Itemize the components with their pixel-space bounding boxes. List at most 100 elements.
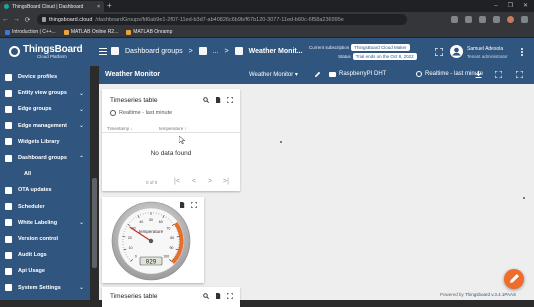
browser-tab-strip: ThingsBoard Cloud | Dashboard × + – ❐ ✕ bbox=[0, 0, 534, 12]
subscription-badge[interactable]: ThingsBoard Cloud Maker bbox=[351, 44, 409, 51]
breadcrumb-dashboard-groups[interactable]: Dashboard groups bbox=[125, 48, 183, 55]
dashboard-toolbar: Weather Monitor Weather Monitor ▾ Raspbe… bbox=[99, 66, 534, 84]
entity-alias-select[interactable]: RaspberryPI DHT bbox=[329, 71, 386, 77]
maximize-button[interactable]: ❐ bbox=[508, 1, 513, 11]
url-host: thingsboard.cloud bbox=[49, 17, 92, 23]
dashboard-icon bbox=[235, 47, 243, 55]
download-icon[interactable] bbox=[475, 71, 482, 78]
dashboard-canvas: Timeseries table Realtime - last minute … bbox=[99, 84, 534, 300]
tab-close-icon[interactable]: × bbox=[97, 4, 100, 10]
bookmark-favicon-icon bbox=[64, 30, 69, 35]
export-file-icon[interactable] bbox=[215, 293, 221, 299]
bookmark-star-icon[interactable] bbox=[465, 16, 472, 23]
bookmark-item[interactable]: MATLAB Onramp bbox=[126, 29, 172, 35]
next-page-button[interactable]: > bbox=[208, 178, 212, 185]
clock-icon bbox=[110, 110, 116, 116]
edit-pencil-icon[interactable] bbox=[314, 71, 321, 78]
hamburger-menu-icon[interactable] bbox=[99, 48, 107, 57]
widget-fullscreen-icon[interactable] bbox=[191, 202, 197, 208]
breadcrumb: Dashboard groups > ... > Weather Monit..… bbox=[111, 47, 303, 55]
search-icon[interactable] bbox=[203, 97, 209, 103]
thingsboard-logo[interactable]: ThingsBoard Cloud Platform bbox=[9, 44, 82, 59]
sidebar-item-icon bbox=[5, 155, 12, 162]
breadcrumb-current: Weather Monit... bbox=[249, 48, 303, 55]
sidebar-item[interactable]: Entity view groups⌄ bbox=[0, 85, 90, 101]
timewindow-select[interactable]: Realtime - last minute bbox=[416, 71, 483, 77]
sidebar-item[interactable]: Version control bbox=[0, 231, 90, 247]
scrollbar-thumb[interactable] bbox=[92, 178, 97, 268]
profile-avatar-icon[interactable] bbox=[507, 16, 514, 23]
widget-timewindow-label: Realtime - last minute bbox=[119, 110, 172, 116]
close-window-button[interactable]: ✕ bbox=[523, 1, 528, 11]
column-header-timestamp[interactable]: Timestamp ↓ bbox=[107, 126, 133, 131]
dashboard-fullscreen-icon[interactable] bbox=[516, 71, 523, 78]
table-header: Timestamp ↓ temperature ↑ bbox=[102, 125, 240, 133]
browser-tab[interactable]: ThingsBoard Cloud | Dashboard × bbox=[0, 1, 104, 12]
chevron-icon: ⌄ bbox=[79, 90, 84, 97]
sidebar-item-icon bbox=[5, 219, 12, 226]
browser-menu-icon[interactable] bbox=[521, 16, 528, 23]
bookmark-favicon-icon bbox=[126, 30, 131, 35]
pagination-range: 0 of 0 bbox=[146, 180, 157, 185]
widget-fullscreen-icon[interactable] bbox=[227, 97, 233, 103]
entity-icon bbox=[329, 72, 336, 77]
url-path: /dashboardGroups/fd6ab9e1-2f07-11ed-b3d7… bbox=[95, 17, 343, 23]
sidebar-item[interactable]: Audit Logs bbox=[0, 247, 90, 263]
sidebar-item[interactable]: Edge groups⌄ bbox=[0, 101, 90, 117]
gauge-tick-label: 70 bbox=[166, 227, 170, 231]
dashboard-state-select[interactable]: Weather Monitor ▾ bbox=[249, 71, 298, 78]
dashboard-groups-icon bbox=[111, 47, 119, 55]
gauge-needle-hub bbox=[149, 239, 153, 243]
reload-button[interactable]: ⟳ bbox=[22, 16, 33, 24]
sidebar-item[interactable]: Api Usage bbox=[0, 263, 90, 279]
edit-dashboard-fab[interactable] bbox=[504, 269, 524, 289]
last-page-button[interactable]: >| bbox=[223, 178, 229, 185]
back-button[interactable]: ← bbox=[0, 16, 11, 23]
sidebar-item[interactable]: Scheduler bbox=[0, 199, 90, 215]
breadcrumb-group[interactable]: ... bbox=[213, 48, 219, 55]
sidebar-item[interactable]: Device profiles bbox=[0, 69, 90, 85]
sidebar-item[interactable]: Dashboard groups⌃ bbox=[0, 150, 90, 166]
sidebar-scrollbar[interactable] bbox=[90, 66, 99, 300]
export-file-icon[interactable] bbox=[215, 97, 221, 103]
bookmark-item[interactable]: MATLAB Online R2... bbox=[64, 29, 118, 35]
fullscreen-icon[interactable] bbox=[435, 48, 443, 56]
user-avatar[interactable] bbox=[450, 45, 463, 58]
widget-title: Timeseries table bbox=[110, 293, 157, 300]
empty-state-text: No data found bbox=[102, 150, 240, 157]
sidebar-item[interactable]: Edge management⌄ bbox=[0, 118, 90, 134]
sidebar-item-label: Edge management bbox=[18, 123, 67, 129]
widget-timewindow[interactable]: Realtime - last minute bbox=[110, 110, 172, 116]
fullscreen-toggle-icon[interactable] bbox=[495, 71, 502, 78]
minimize-button[interactable]: – bbox=[494, 1, 497, 11]
sidebar-item[interactable]: White Labeling⌄ bbox=[0, 215, 90, 231]
footer-brand-link[interactable]: Thingsboard v.3.4.1PAAS bbox=[465, 292, 516, 297]
sidebar-item-label: Audit Logs bbox=[18, 252, 47, 258]
lock-icon bbox=[42, 17, 46, 22]
chevron-icon: ⌃ bbox=[79, 155, 84, 162]
previous-page-button[interactable]: < bbox=[192, 178, 196, 185]
sidebar-item-icon bbox=[5, 122, 12, 129]
sidebar-item[interactable]: System Settings⌄ bbox=[0, 280, 90, 296]
sidebar-item[interactable]: All bbox=[0, 166, 90, 182]
user-name: Samuel Adesola bbox=[467, 46, 508, 52]
mouse-pointer-icon bbox=[179, 136, 185, 144]
extensions-icon[interactable] bbox=[479, 16, 486, 23]
search-icon[interactable] bbox=[203, 293, 209, 299]
edit-pencil-icon bbox=[504, 269, 524, 289]
bookmark-item[interactable]: Introduction | C++... bbox=[5, 29, 56, 35]
widget-title: Timeseries table bbox=[110, 97, 157, 104]
new-tab-button[interactable]: + bbox=[107, 1, 112, 11]
chevron-icon: ⌄ bbox=[79, 219, 84, 226]
sidebar-item[interactable]: OTA updates bbox=[0, 182, 90, 198]
first-page-button[interactable]: |< bbox=[174, 178, 180, 185]
forward-button[interactable]: → bbox=[11, 16, 22, 23]
more-vert-icon[interactable] bbox=[521, 48, 524, 57]
address-bar[interactable]: thingsboard.cloud /dashboardGroups/fd6ab… bbox=[37, 14, 407, 25]
column-header-temperature[interactable]: temperature ↑ bbox=[159, 126, 187, 131]
widget-fullscreen-icon[interactable] bbox=[227, 293, 233, 299]
sidebar-item[interactable]: Widgets Library bbox=[0, 134, 90, 150]
sidebar-icon[interactable] bbox=[493, 16, 500, 23]
share-icon[interactable] bbox=[451, 16, 458, 23]
bookmark-favicon-icon bbox=[5, 30, 10, 35]
